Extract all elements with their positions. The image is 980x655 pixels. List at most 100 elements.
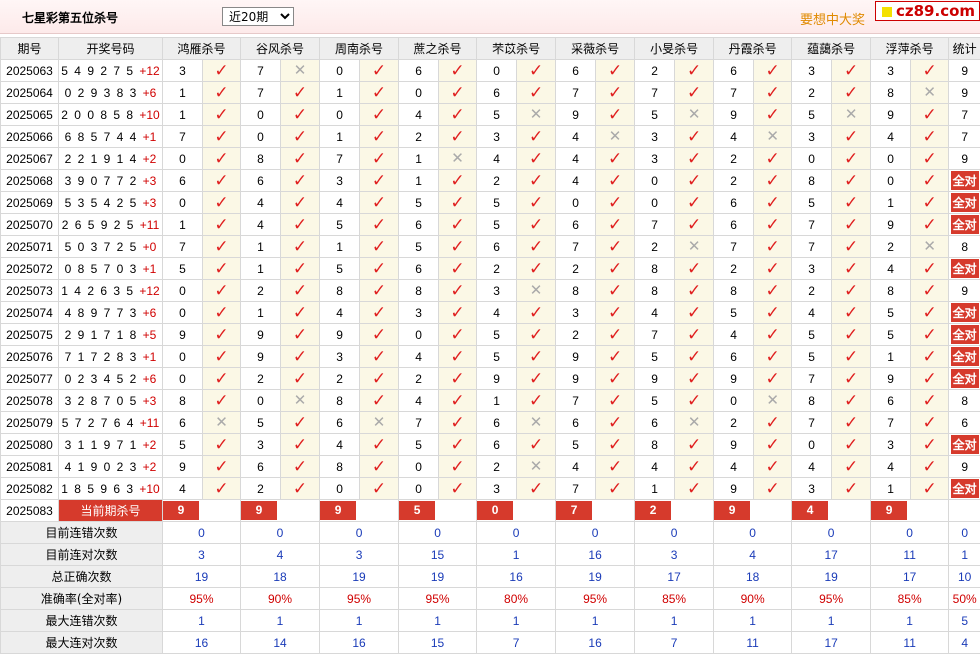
predicted-kill-number: 6	[634, 411, 676, 434]
predicted-kill-number: 1	[634, 477, 676, 500]
check-icon: ✓	[765, 281, 780, 300]
predicted-kill-number: 8	[870, 81, 912, 104]
result-mark: ✓	[674, 455, 715, 478]
result-mark: ✓	[359, 169, 400, 192]
check-icon: ✓	[371, 325, 387, 344]
cross-icon: ✕	[844, 106, 858, 123]
check-icon: ✓	[844, 83, 859, 102]
cross-icon: ✕	[529, 458, 543, 475]
result-mark: ✓	[595, 279, 636, 302]
check-icon: ✓	[450, 325, 465, 344]
result-mark: ✓	[831, 147, 872, 170]
period-select[interactable]: 近20期	[222, 7, 294, 26]
check-icon: ✓	[607, 281, 623, 300]
draw-numbers: 0 2 3 4 5 2 +6	[58, 367, 163, 390]
result-mark: ✓	[280, 477, 321, 500]
summary-value: 1	[870, 609, 950, 632]
result-mark: ✓	[516, 323, 557, 346]
site-logo[interactable]: cz89.com	[875, 1, 980, 21]
row-stat: 7	[948, 125, 980, 148]
predicted-kill-number: 3	[555, 301, 597, 324]
summary-value: 17	[791, 631, 872, 654]
predicted-kill-number: 5	[162, 257, 203, 280]
check-icon: ✓	[450, 215, 465, 234]
summary-value: 4	[713, 543, 793, 566]
predicted-kill-number: 2	[240, 477, 282, 500]
result-mark: ✓	[359, 367, 400, 390]
result-mark: ✓	[280, 301, 321, 324]
issue-number: 2025076	[0, 345, 59, 368]
row-stat: 9	[948, 279, 980, 302]
check-icon: ✓	[765, 149, 780, 168]
result-mark: ✓	[201, 59, 242, 82]
cross-icon: ✕	[687, 238, 701, 255]
predicted-kill-number: 5	[791, 191, 833, 214]
summary-value: 18	[240, 565, 321, 588]
predicted-kill-number: 2	[634, 235, 676, 258]
check-icon: ✓	[765, 215, 780, 234]
promo-text[interactable]: 要想中大奖	[800, 9, 865, 28]
draw-numbers: 3 9 0 7 7 2 +3	[58, 169, 163, 192]
predicted-kill-number: 3	[634, 125, 676, 148]
summary-value: 16	[555, 631, 636, 654]
check-icon: ✓	[214, 259, 229, 278]
draw-digits: 2 9 1 7 1 8	[64, 327, 143, 342]
summary-value: 19	[791, 565, 872, 588]
current-kill-cell: 7	[555, 499, 636, 522]
result-mark: ✓	[910, 477, 950, 500]
check-icon: ✓	[686, 171, 702, 190]
draw-digits: 0 2 3 4 5 2	[64, 371, 143, 386]
issue-number: 2025083	[0, 499, 59, 522]
summary-value: 17	[634, 565, 715, 588]
check-icon: ✓	[607, 457, 623, 476]
predicted-kill-number: 3	[240, 433, 282, 456]
check-icon: ✓	[607, 303, 623, 322]
result-mark: ✓	[910, 279, 950, 302]
result-mark: ✓	[359, 59, 400, 82]
table-body: 2025063 5 4 9 2 7 5 +12 3 ✓ 7 ✕ 0 ✓ 6 ✓ 0 ✓ 6 ✓ 2 ✓ 6 ✓ 3 ✓…	[0, 59, 980, 654]
result-mark: ✓	[359, 279, 400, 302]
draw-numbers: 2 6 5 9 2 5 +11	[58, 213, 163, 236]
check-icon: ✓	[450, 193, 465, 212]
draw-digits: 5 7 2 7 6 4	[61, 415, 140, 430]
draw-bonus: +1	[142, 129, 157, 144]
check-icon: ✓	[922, 435, 937, 454]
result-mark: ✓	[595, 455, 636, 478]
cross-icon: ✕	[687, 414, 701, 431]
check-icon: ✓	[686, 149, 702, 168]
all-correct-badge: 全对	[950, 215, 979, 234]
result-mark: ✓	[280, 411, 321, 434]
table-row: 2025082 1 8 5 9 6 3 +10 4 ✓ 2 ✓ 0 ✓ 0 ✓ 3 ✓ 7 ✓ 1 ✓ 9 ✓ 3 ✓…	[0, 477, 980, 500]
summary-value: 1	[791, 609, 872, 632]
result-mark: ✓	[753, 235, 793, 258]
check-icon: ✓	[607, 237, 623, 256]
column-header: 周南杀号	[319, 37, 400, 60]
predicted-kill-number: 4	[398, 103, 440, 126]
check-icon: ✓	[528, 149, 544, 168]
summary-value: 85%	[870, 587, 950, 610]
predicted-kill-number: 4	[791, 301, 833, 324]
summary-row: 准确率(全对率) 95% 90% 95% 95% 80% 95% 85% 90% 95% 85% 50…	[0, 587, 980, 610]
result-mark: ✓	[674, 323, 715, 346]
summary-value: 7	[634, 631, 715, 654]
issue-number: 2025078	[0, 389, 59, 412]
result-mark: ✕	[674, 103, 715, 126]
result-mark: ✓	[438, 235, 478, 258]
check-icon: ✓	[214, 391, 229, 410]
check-icon: ✓	[292, 457, 308, 476]
check-icon: ✓	[922, 325, 937, 344]
result-mark: ✓	[674, 59, 715, 82]
draw-digits: 5 3 5 4 2 5	[64, 195, 143, 210]
predicted-kill-number: 1	[476, 389, 518, 412]
predicted-kill-number: 1	[319, 81, 361, 104]
predicted-kill-number: 8	[319, 279, 361, 302]
predicted-kill-number: 3	[791, 477, 833, 500]
check-icon: ✓	[607, 325, 623, 344]
summary-value: 19	[555, 565, 636, 588]
predicted-kill-number: 2	[713, 411, 755, 434]
check-icon: ✓	[214, 61, 229, 80]
check-icon: ✓	[922, 61, 937, 80]
draw-digits: 4 8 9 7 7 3	[64, 305, 143, 320]
predicted-kill-number: 6	[555, 59, 597, 82]
result-mark: ✓	[595, 301, 636, 324]
